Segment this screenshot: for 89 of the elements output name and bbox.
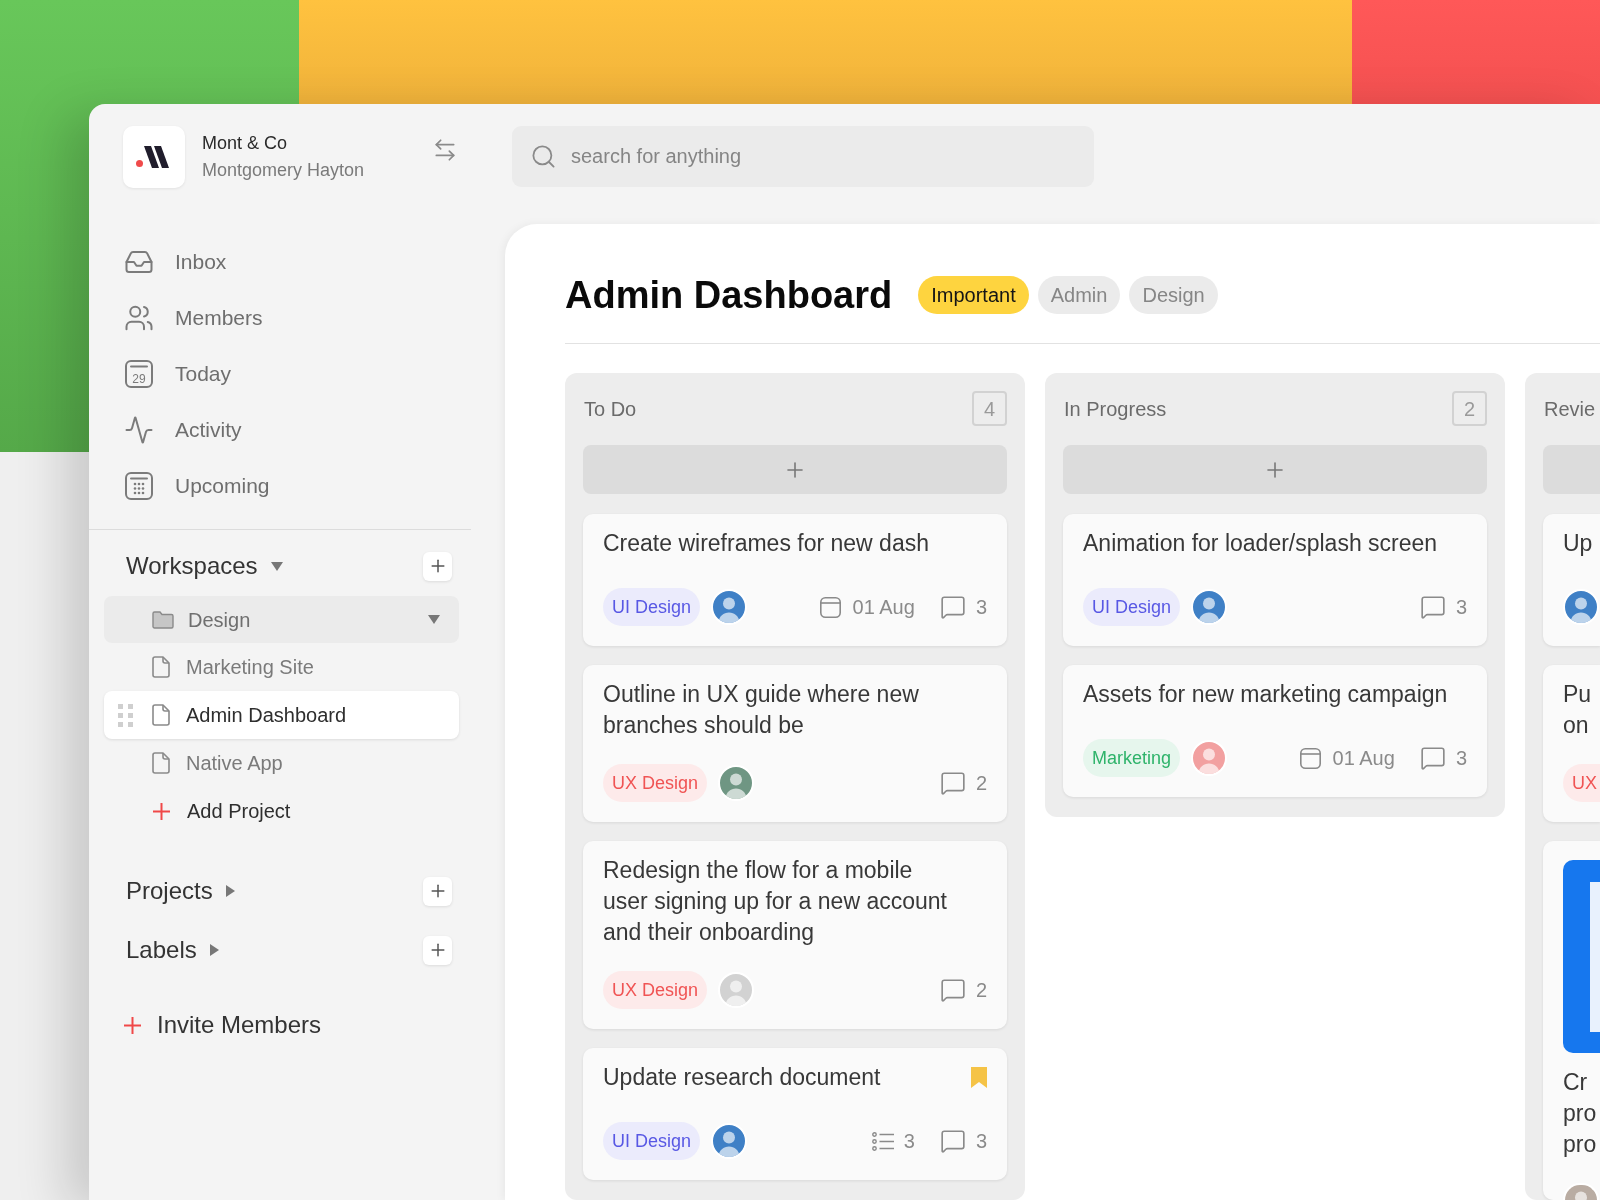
nav-item[interactable]: Upcoming xyxy=(124,471,270,501)
add-card-button[interactable] xyxy=(583,445,1007,494)
tag: UI Design xyxy=(603,588,701,626)
tag: Design xyxy=(1129,276,1218,314)
invite-button[interactable]: Invite Members xyxy=(124,1010,322,1040)
comment-count: 2 xyxy=(975,771,987,796)
search-icon xyxy=(530,143,557,170)
calendar-icon: 29 xyxy=(124,359,154,389)
due-date: 01 Aug xyxy=(852,595,915,620)
comment-count: 2 xyxy=(975,978,987,1003)
tag: UX Design xyxy=(603,971,708,1009)
comment-icon xyxy=(1419,594,1446,620)
comment-icon xyxy=(939,977,966,1003)
column-title: Revie xyxy=(1543,396,1596,422)
tag: UI Design xyxy=(603,1122,701,1160)
logo-icon xyxy=(123,126,185,188)
pulse-icon xyxy=(124,415,154,445)
task-card[interactable]: Animation for loader/splash screen UI Design 3 xyxy=(1063,514,1487,646)
plus-icon xyxy=(153,802,170,820)
task-card[interactable]: Redesign the flow for a mobile user signing up for a new account and their onboarding UX Design 2 xyxy=(583,841,1007,1029)
nav-item[interactable]: Activity xyxy=(124,415,242,445)
card-title: Assets for new marketing campaign xyxy=(1083,680,1448,709)
card-title: Cr pro pro xyxy=(1563,1068,1597,1159)
column-title: In Progress xyxy=(1063,396,1167,422)
count-badge: 2 xyxy=(1452,391,1487,426)
plus-icon xyxy=(124,1016,141,1034)
drag-handle-icon[interactable] xyxy=(118,703,133,727)
search-field[interactable]: search for anything xyxy=(512,126,1094,187)
task-card[interactable]: Assets for new marketing campaign Marketing 01 Aug 3 xyxy=(1063,665,1487,797)
checklist-count: 3 xyxy=(903,1129,915,1154)
comment-icon xyxy=(1419,745,1446,771)
comment-count: 3 xyxy=(975,595,987,620)
comment-icon xyxy=(939,770,966,796)
user-name: Montgomery Hayton xyxy=(202,159,365,182)
page-title: Admin Dashboard xyxy=(565,276,893,314)
comment-icon xyxy=(939,1128,966,1154)
add-card-button[interactable] xyxy=(1063,445,1487,494)
tag: Important xyxy=(918,276,1029,314)
file-icon xyxy=(152,752,170,774)
comment-count: 3 xyxy=(1455,595,1467,620)
tag: UX Design xyxy=(603,764,708,802)
add-button[interactable] xyxy=(423,935,452,965)
task-card[interactable]: Create wireframes for new dash UI Design 01 Aug 3 xyxy=(583,514,1007,646)
add-button[interactable] xyxy=(423,551,452,581)
card-title: Outline in UX guide where new branches should be xyxy=(603,680,919,740)
comment-count: 3 xyxy=(1455,746,1467,771)
calendar-icon xyxy=(819,596,841,618)
card-title: Create wireframes for new dash xyxy=(603,529,929,558)
comment-count: 3 xyxy=(975,1129,987,1154)
folder-row[interactable]: Design xyxy=(104,596,459,643)
card-title: Pu on xyxy=(1563,680,1592,740)
tag: UI Design xyxy=(1083,588,1181,626)
nav-item[interactable]: 29 Today xyxy=(124,359,232,389)
due-date: 01 Aug xyxy=(1332,746,1395,771)
task-card[interactable]: Outline in UX guide where new branches should be UX Design 2 xyxy=(583,665,1007,822)
section-header[interactable]: Projects xyxy=(126,873,235,909)
tree-item[interactable]: Native App xyxy=(152,748,283,778)
card-title: Redesign the flow for a mobile user signing up for a new account and their onboarding xyxy=(603,856,947,947)
folder-icon xyxy=(152,610,174,629)
section-header[interactable]: Labels xyxy=(126,932,219,968)
task-card[interactable]: Cr pro pro xyxy=(1543,841,1600,1200)
add-project-button[interactable]: Add Project xyxy=(153,796,291,826)
tag: UX xyxy=(1563,764,1600,802)
column-title: To Do xyxy=(583,396,637,422)
task-card[interactable]: Update research document UI Design 3 3 xyxy=(583,1048,1007,1180)
calendar-grid-icon xyxy=(124,471,154,501)
nav-item[interactable]: Members xyxy=(124,303,263,333)
add-button[interactable] xyxy=(423,876,452,906)
file-icon xyxy=(152,704,170,726)
swap-icon[interactable] xyxy=(432,137,458,163)
tag: Admin xyxy=(1037,276,1121,314)
tag: Marketing xyxy=(1083,739,1181,777)
nav-item[interactable]: Inbox xyxy=(124,247,227,277)
task-card[interactable]: Up xyxy=(1543,514,1600,646)
card-title: Update research document xyxy=(603,1063,881,1092)
comment-icon xyxy=(939,594,966,620)
users-icon xyxy=(124,303,154,333)
section-header[interactable]: Workspaces xyxy=(126,548,283,584)
file-icon xyxy=(152,656,170,678)
count-badge: 4 xyxy=(972,391,1007,426)
card-title: Animation for loader/splash screen xyxy=(1083,529,1438,558)
calendar-icon xyxy=(1299,747,1321,769)
task-card[interactable]: Pu on UX xyxy=(1543,665,1600,822)
card-title: Up xyxy=(1563,529,1593,558)
tree-item[interactable]: Marketing Site xyxy=(152,652,314,682)
list-icon xyxy=(871,1131,894,1151)
tree-item[interactable]: Admin Dashboard xyxy=(104,691,459,739)
bookmark-icon[interactable] xyxy=(971,1067,987,1088)
workspace-name: Mont & Co xyxy=(202,132,289,155)
